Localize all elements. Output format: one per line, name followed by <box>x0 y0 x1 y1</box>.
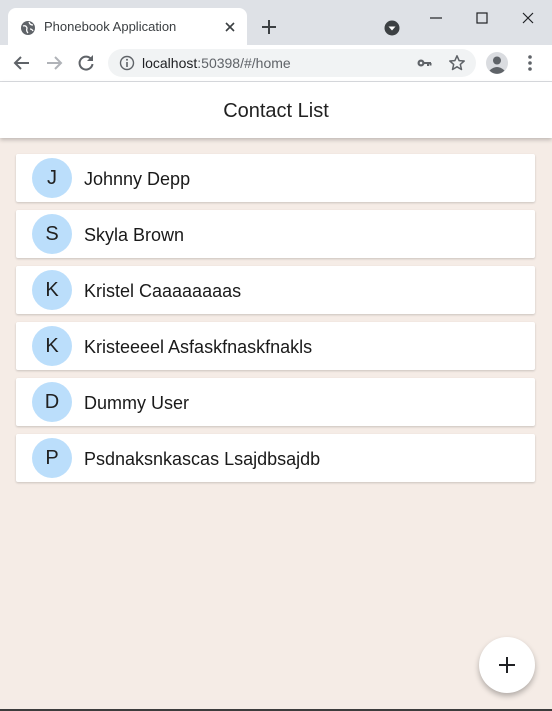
profile-avatar-icon[interactable] <box>485 51 509 75</box>
contact-name: Kristel Caaaaaaaas <box>84 281 242 301</box>
reload-icon[interactable] <box>76 53 96 73</box>
contact-avatar: K <box>32 270 72 310</box>
page-title: Contact List <box>223 100 329 122</box>
contact-item[interactable]: J Johnny Depp <box>16 154 535 202</box>
tab-search-icon[interactable] <box>383 19 401 37</box>
contact-name: Johnny Depp <box>84 169 191 189</box>
more-menu-icon[interactable] <box>521 53 539 73</box>
contact-avatar: J <box>32 158 72 198</box>
contact-item[interactable]: K Kristel Caaaaaaaas <box>16 266 535 314</box>
close-window-icon[interactable] <box>520 10 536 26</box>
contact-avatar: K <box>32 326 72 366</box>
browser-toolbar: localhost:50398/#/home <box>0 45 552 82</box>
address-bar[interactable]: localhost:50398/#/home <box>108 49 476 77</box>
url-text[interactable]: localhost:50398/#/home <box>142 55 291 71</box>
back-arrow-icon[interactable] <box>12 53 32 73</box>
url-host: localhost <box>142 55 198 71</box>
contact-item[interactable]: P Psdnaksnkascas Lsajdbsajdb <box>16 434 535 482</box>
contact-name: Psdnaksnkascas Lsajdbsajdb <box>84 449 321 469</box>
globe-icon <box>21 21 35 35</box>
contact-name: Dummy User <box>84 393 190 413</box>
browser-titlebar: Phonebook Application <box>0 0 552 45</box>
url-path: :50398/#/home <box>197 55 291 71</box>
contact-list: J Johnny Depp S Skyla Brown K Kristel Ca… <box>16 154 535 490</box>
contact-item[interactable]: S Skyla Brown <box>16 210 535 258</box>
forward-arrow-icon[interactable] <box>44 53 64 73</box>
contact-avatar: S <box>32 214 72 254</box>
bookmark-star-icon[interactable] <box>448 54 466 72</box>
new-tab-icon[interactable] <box>260 18 278 36</box>
tab-title: Phonebook Application <box>44 19 177 34</box>
app-header: Contact List <box>0 82 552 138</box>
key-icon[interactable] <box>416 55 432 71</box>
contact-name: Kristeeeel Asfaskfnaskfnakls <box>84 337 313 357</box>
browser-tab[interactable]: Phonebook Application <box>8 8 247 45</box>
maximize-icon[interactable] <box>474 10 490 26</box>
plus-icon <box>499 657 515 673</box>
minimize-icon[interactable] <box>428 10 444 26</box>
contact-item[interactable]: K Kristeeeel Asfaskfnaskfnakls <box>16 322 535 370</box>
add-contact-button[interactable] <box>479 637 535 693</box>
contact-item[interactable]: D Dummy User <box>16 378 535 426</box>
contact-name: Skyla Brown <box>84 225 185 245</box>
info-icon[interactable] <box>119 55 135 71</box>
close-tab-icon[interactable] <box>223 20 237 34</box>
contact-avatar: P <box>32 438 72 478</box>
contact-avatar: D <box>32 382 72 422</box>
